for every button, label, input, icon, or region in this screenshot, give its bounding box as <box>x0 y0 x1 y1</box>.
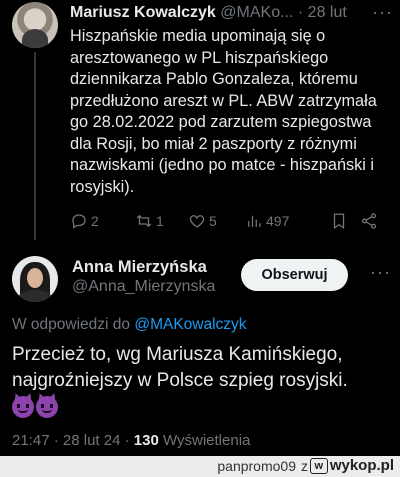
tweet-date[interactable]: 28 lut 24 <box>63 432 121 449</box>
wykop-site: wykop.pl <box>329 457 394 474</box>
avatar-anna-mierzynska[interactable] <box>12 256 58 302</box>
separator-dot: · <box>297 4 304 21</box>
bookmark-icon <box>333 213 345 229</box>
reply-icon <box>72 214 86 230</box>
like-icon <box>189 215 205 228</box>
author-name[interactable]: Anna Mierzyńska <box>72 258 207 277</box>
tweet-date[interactable]: 28 lut <box>308 4 347 21</box>
views-count: 130 <box>133 432 159 449</box>
more-icon[interactable]: ··· <box>372 2 393 23</box>
share-icon <box>361 213 377 229</box>
follow-button[interactable]: Obserwuj <box>241 259 348 291</box>
retweet-button[interactable]: 1 <box>135 212 164 230</box>
watermark-bar: panpromo09 z w wykop.pl <box>0 456 400 477</box>
author-handle[interactable]: @MAKo... <box>220 4 293 21</box>
author-name[interactable]: Mariusz Kowalczyk <box>70 4 216 21</box>
views-icon <box>248 215 261 227</box>
retweet-icon <box>136 214 152 228</box>
like-button[interactable]: 5 <box>188 212 217 230</box>
more-icon[interactable]: ··· <box>370 262 391 283</box>
views-label: Wyświetlenia <box>162 432 251 449</box>
parent-tweet-header: Mariusz Kowalczyk @MAKo... · 28 lut <box>70 4 390 24</box>
tweet-time[interactable]: 21:47 <box>12 432 50 449</box>
watermark-separator: z <box>301 458 308 474</box>
tweet-meta: 21:47 · 28 lut 24 · 130 Wyświetlenia <box>12 432 251 449</box>
views-button[interactable]: 497 <box>245 212 289 230</box>
retweet-count: 1 <box>156 213 164 229</box>
watermark-user: panpromo09 <box>217 458 296 474</box>
wykop-logo: w wykop.pl <box>309 457 394 474</box>
reply-prefix: W odpowiedzi do <box>12 316 131 333</box>
parent-tweet[interactable]: Mariusz Kowalczyk @MAKo... · 28 lut ··· … <box>0 0 400 245</box>
author-handle[interactable]: @Anna_Mierzynska <box>72 278 215 296</box>
emoji-row <box>12 396 58 420</box>
reply-count: 2 <box>91 213 99 229</box>
parent-tweet-text: Hiszpańskie media upominają się o areszt… <box>70 27 377 196</box>
views-count: 497 <box>266 213 290 229</box>
main-tweet-text: Przecież to, wg Mariusza Kamińskiego, na… <box>12 344 348 391</box>
devil-emoji <box>36 396 58 418</box>
bookmark-button[interactable] <box>330 212 348 230</box>
avatar-mariusz-kowalczyk[interactable] <box>12 2 58 48</box>
like-count: 5 <box>209 213 217 229</box>
reply-button[interactable]: 2 <box>70 212 99 230</box>
reply-to-handle-link[interactable]: @MAKowalczyk <box>134 316 246 333</box>
share-button[interactable] <box>360 212 378 230</box>
parent-tweet-actions: 2 1 5 497 <box>70 210 390 236</box>
thread-line <box>34 52 36 240</box>
wykop-badge-icon: w <box>309 457 328 474</box>
reply-context: W odpowiedzi do @MAKowalczyk <box>12 316 247 334</box>
devil-emoji <box>12 396 34 418</box>
